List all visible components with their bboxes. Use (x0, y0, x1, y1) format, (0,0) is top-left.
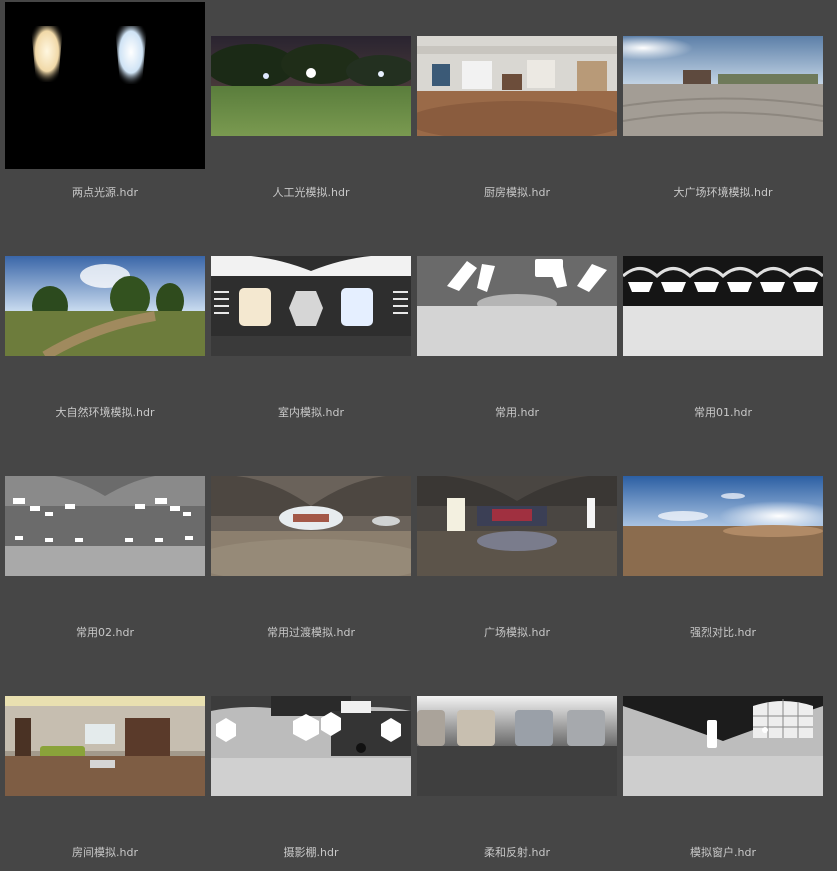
file-thumbnail (623, 36, 823, 136)
hdr-file-grid: 两点光源.hdr 人工光模拟.hdr 厨房模拟.hdr 大广场环境模拟.hdr … (0, 0, 837, 871)
file-thumbnail (417, 696, 617, 796)
file-name-label: 广场模拟.hdr (484, 626, 550, 639)
file-name-label: 房间模拟.hdr (72, 846, 138, 859)
file-thumbnail (417, 476, 617, 576)
file-tile-kitchen[interactable]: 厨房模拟.hdr (417, 0, 623, 218)
file-tile-large-plaza[interactable]: 大广场环境模拟.hdr (623, 0, 829, 218)
file-tile-nature[interactable]: 大自然环境模拟.hdr (5, 220, 211, 438)
file-name-label: 常用02.hdr (76, 626, 134, 639)
file-tile-room[interactable]: 房间模拟.hdr (5, 660, 211, 871)
file-thumbnail (211, 476, 411, 576)
file-name-label: 常用过渡模拟.hdr (267, 626, 355, 639)
file-thumbnail (5, 2, 205, 169)
file-tile-soft-reflection[interactable]: 柔和反射.hdr (417, 660, 623, 871)
file-thumbnail (211, 36, 411, 136)
file-tile-strong-contrast[interactable]: 强烈对比.hdr (623, 440, 829, 658)
file-thumbnail (211, 696, 411, 796)
file-thumbnail (417, 36, 617, 136)
file-tile-plaza[interactable]: 广场模拟.hdr (417, 440, 623, 658)
file-tile-common[interactable]: 常用.hdr (417, 220, 623, 438)
file-tile-two-point-light[interactable]: 两点光源.hdr (5, 0, 211, 218)
file-name-label: 常用01.hdr (694, 406, 752, 419)
file-thumbnail (5, 696, 205, 796)
file-name-label: 人工光模拟.hdr (272, 186, 350, 199)
file-tile-window-sim[interactable]: 模拟窗户.hdr (623, 660, 829, 871)
file-name-label: 模拟窗户.hdr (690, 846, 756, 859)
file-tile-common-01[interactable]: 常用01.hdr (623, 220, 829, 438)
file-thumbnail (5, 476, 205, 576)
file-tile-common-02[interactable]: 常用02.hdr (5, 440, 211, 658)
file-thumbnail (623, 476, 823, 576)
file-name-label: 厨房模拟.hdr (484, 186, 550, 199)
file-name-label: 两点光源.hdr (72, 186, 138, 199)
file-name-label: 大广场环境模拟.hdr (673, 186, 773, 199)
file-name-label: 常用.hdr (495, 406, 539, 419)
file-name-label: 大自然环境模拟.hdr (55, 406, 155, 419)
file-tile-artificial-light[interactable]: 人工光模拟.hdr (211, 0, 417, 218)
file-tile-indoor[interactable]: 室内模拟.hdr (211, 220, 417, 438)
file-thumbnail (211, 256, 411, 356)
file-thumbnail (623, 256, 823, 356)
file-name-label: 强烈对比.hdr (690, 626, 756, 639)
file-name-label: 柔和反射.hdr (484, 846, 550, 859)
file-thumbnail (623, 696, 823, 796)
file-tile-transition[interactable]: 常用过渡模拟.hdr (211, 440, 417, 658)
file-tile-photo-studio[interactable]: 摄影棚.hdr (211, 660, 417, 871)
file-thumbnail (417, 256, 617, 356)
file-thumbnail (5, 256, 205, 356)
file-name-label: 室内模拟.hdr (278, 406, 344, 419)
file-name-label: 摄影棚.hdr (283, 846, 339, 859)
